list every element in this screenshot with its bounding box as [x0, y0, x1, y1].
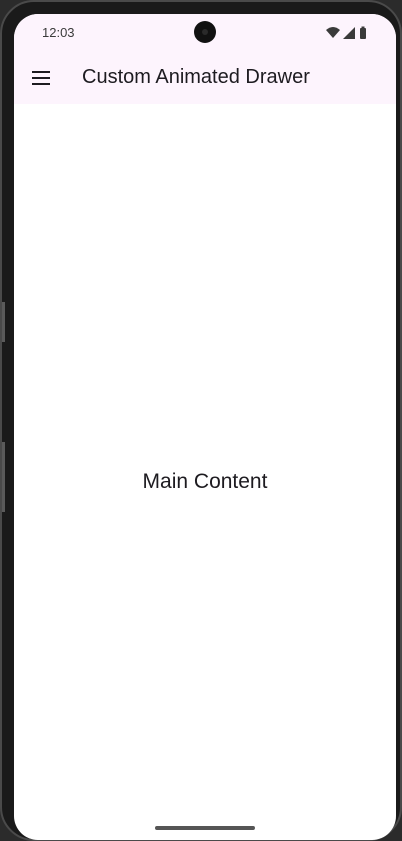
- menu-button[interactable]: [28, 65, 54, 91]
- main-content: Main Content: [14, 104, 396, 840]
- home-indicator[interactable]: [155, 826, 255, 830]
- wifi-icon: [326, 27, 340, 38]
- volume-button: [2, 302, 5, 342]
- status-icons: [326, 26, 366, 39]
- status-bar: 12:03: [14, 14, 396, 52]
- menu-icon: [32, 71, 50, 85]
- front-camera: [194, 21, 216, 43]
- device-frame: 12:03 Custom Animated Drawer Main Conten…: [0, 0, 402, 841]
- main-content-text: Main Content: [142, 470, 268, 493]
- app-bar: Custom Animated Drawer: [14, 52, 396, 104]
- signal-icon: [343, 27, 355, 39]
- status-time: 12:03: [42, 25, 75, 40]
- app-title: Custom Animated Drawer: [82, 66, 310, 88]
- power-button: [2, 442, 5, 512]
- battery-icon: [360, 26, 366, 39]
- screen: 12:03 Custom Animated Drawer Main Conten…: [14, 14, 396, 840]
